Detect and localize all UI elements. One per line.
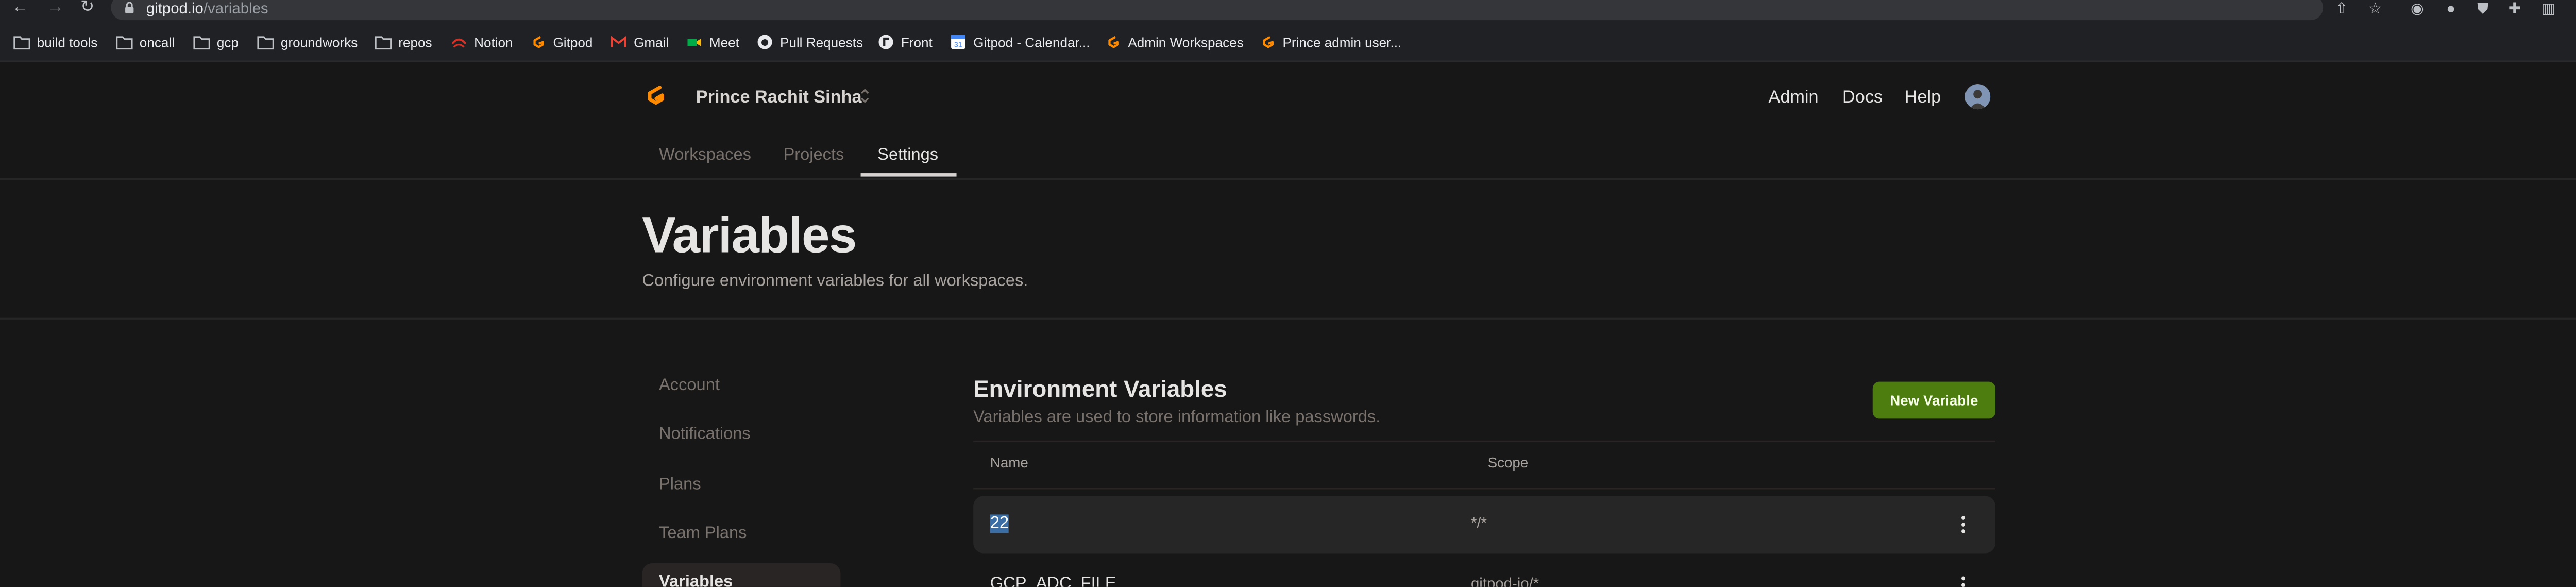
docs-link[interactable]: Docs [1842,88,1883,108]
viewport: ← → ↻ gitpod.io/variables ⇧ ☆ ◉ ● ⛊ ✚ ▥ … [0,0,2576,587]
bookmark-prince-admin[interactable]: Prince admin user... [1259,32,1401,52]
title-divider [0,317,2576,320]
column-header-name: Name [990,454,1028,471]
bookmark-admin-workspaces[interactable]: Admin Workspaces [1105,32,1244,52]
folder-icon [116,36,133,50]
url-text[interactable]: gitpod.io/variables [146,0,268,17]
tab-projects[interactable]: Projects [783,146,844,165]
gitpod-icon [1108,36,1119,48]
help-link[interactable]: Help [1905,88,1941,108]
bookmark-gcp[interactable]: gcp [193,32,239,52]
menu-item-notifications[interactable]: Notifications [659,425,751,444]
bookmark-calendar[interactable]: 31 Gitpod - Calendar... [950,32,1090,52]
share-icon[interactable]: ⇧ [2333,0,2350,17]
chevron-up-down-icon[interactable] [859,86,871,106]
back-icon[interactable]: ← [10,0,30,19]
forward-icon[interactable]: → [45,0,65,19]
avatar[interactable] [1965,84,1991,110]
admin-link[interactable]: Admin [1768,88,1818,108]
browser-toolbar: ← → ↻ gitpod.io/variables ⇧ ☆ ◉ ● ⛊ ✚ ▥ … [0,0,2576,22]
header-divider [0,178,2576,180]
extension-icon[interactable]: ◉ [2409,0,2426,17]
extension-icon[interactable]: ● [2443,0,2460,17]
menu-item-team-plans[interactable]: Team Plans [659,525,747,543]
gitpod-icon [1263,36,1274,48]
column-header-scope: Scope [1487,454,1529,471]
section-title: Environment Variables [973,375,1227,402]
bookmark-gmail[interactable]: Gmail [610,32,669,52]
bookmark-groundworks[interactable]: groundworks [257,32,358,52]
active-tab-indicator [860,173,957,177]
shield-icon[interactable]: ⛊ [2475,0,2492,17]
menu-item-variables[interactable]: Variables [659,574,733,587]
bookmark-front[interactable]: Front [877,32,933,52]
bookmark-pull-requests[interactable]: Pull Requests [756,32,863,52]
bookmark-repos[interactable]: repos [375,32,432,52]
variable-scope: gitpod-io/* [1470,575,1539,587]
table-row[interactable]: 22 */* [973,496,1995,554]
gitpod-icon [533,36,545,48]
section-subtitle: Variables are used to store information … [973,408,1381,427]
folder-icon [13,36,30,50]
page-title: Variables [642,208,857,264]
table-header-divider [973,488,1995,490]
meet-icon [687,39,701,46]
table-row[interactable]: GCP_ADC_FILE gitpod-io/* [973,557,1995,587]
github-icon [757,35,772,49]
reload-icon[interactable]: ↻ [77,0,97,19]
notion-icon [451,38,467,48]
page-subtitle: Configure environment variables for all … [642,272,1028,291]
front-icon [878,35,893,49]
bookmark-oncall[interactable]: oncall [116,32,175,52]
bookmark-star-icon[interactable]: ☆ [2367,0,2384,17]
omnibox[interactable] [111,0,2324,21]
folder-icon [257,36,274,50]
lock-icon[interactable] [124,2,134,14]
tab-settings[interactable]: Settings [877,146,938,165]
variable-scope: */* [1470,514,1487,532]
variable-name[interactable]: GCP_ADC_FILE [990,575,1116,587]
gmail-icon [611,36,626,47]
bookmark-gitpod[interactable]: Gitpod [530,32,592,52]
folder-icon [375,36,392,50]
bookmark-build-tools[interactable]: build tools [13,32,97,52]
bookmarks-bar: build tools oncall gcp groundworks repos… [0,22,2576,62]
svg-text:31: 31 [954,41,962,49]
more-options-icon[interactable] [1957,513,1970,536]
folder-icon [193,36,210,50]
gitpod-logo-icon[interactable] [642,82,669,109]
menu-item-plans[interactable]: Plans [659,476,701,494]
menu-item-account[interactable]: Account [659,377,720,395]
table-top-divider [973,440,1995,443]
new-variable-button[interactable]: New Variable [1872,381,1995,419]
team-switcher[interactable]: Prince Rachit Sinha [696,88,862,108]
profile-icon[interactable]: ● [2572,0,2576,17]
bookmark-notion[interactable]: Notion [450,32,513,52]
variable-name[interactable]: 22 [990,514,1009,533]
calendar-icon: 31 [951,35,965,49]
tab-workspaces[interactable]: Workspaces [659,146,751,165]
puzzle-icon[interactable]: ✚ [2506,0,2523,17]
sidebar-icon[interactable]: ▥ [2540,0,2557,17]
more-options-icon[interactable] [1957,574,1970,587]
bookmark-meet[interactable]: Meet [686,32,739,52]
user-avatar-icon [1965,84,1991,110]
